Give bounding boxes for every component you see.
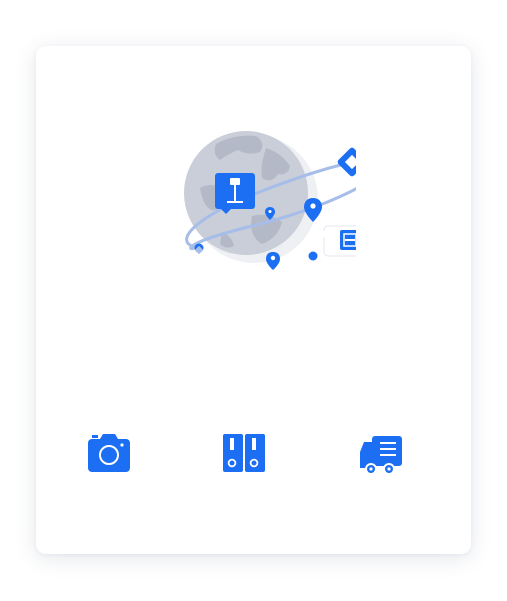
delivery-truck-button[interactable] [358,430,406,478]
delivery-truck-icon [360,436,402,475]
binders-button[interactable] [221,430,269,478]
camera-icon [88,434,130,472]
binders-icon [223,434,265,472]
feature-card [36,46,471,554]
camera-button[interactable] [85,430,133,478]
globe-illustration [156,96,356,286]
